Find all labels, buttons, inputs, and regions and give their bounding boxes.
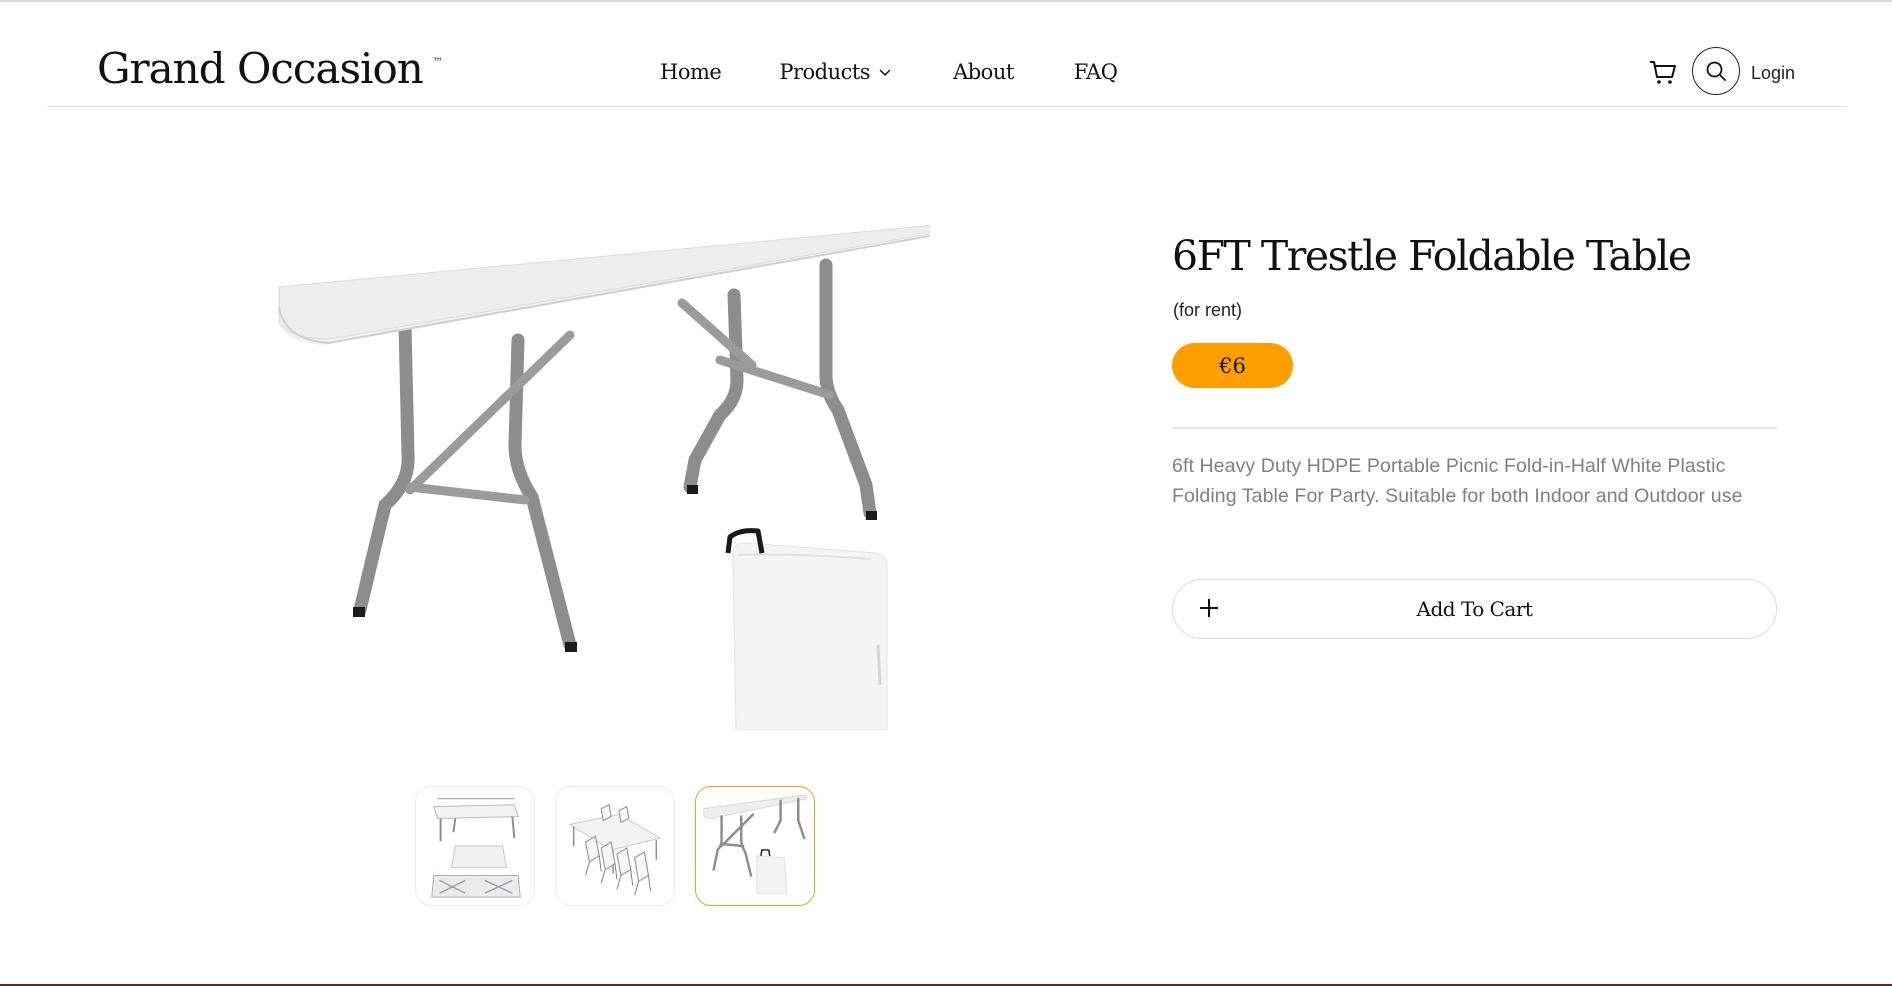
divider [1172, 427, 1777, 429]
nav-faq[interactable]: FAQ [1074, 60, 1118, 84]
thumbnail-image-with-chairs [568, 803, 662, 896]
gallery-thumbnail-3[interactable] [695, 786, 815, 906]
nav-products-label: Products [779, 60, 871, 84]
product-title: 6FT Trestle Foldable Table [1172, 232, 1692, 280]
login-link[interactable]: Login [1751, 63, 1795, 84]
price-badge: €6 [1172, 343, 1293, 388]
search-icon [1706, 61, 1726, 81]
cart-icon[interactable] [1648, 57, 1678, 87]
thumbnail-image-table [703, 794, 807, 894]
add-to-cart-label: Add To Cart [1416, 597, 1533, 621]
search-button[interactable] [1692, 47, 1740, 95]
product-subtitle: (for rent) [1173, 300, 1243, 320]
thumbnail-image-dimensions [431, 798, 521, 898]
nav-products[interactable]: Products [779, 60, 892, 84]
brand-logo[interactable]: Grand Occasion ™ [97, 44, 443, 93]
site-header: Grand Occasion ™ Home Products About FAQ … [47, 2, 1847, 107]
add-to-cart-button[interactable]: Add To Cart [1172, 579, 1777, 639]
nav-home[interactable]: Home [660, 60, 722, 84]
product-main-image [278, 224, 930, 730]
product-description: 6ft Heavy Duty HDPE Portable Picnic Fold… [1172, 455, 1743, 507]
brand-name: Grand Occasion [97, 44, 424, 93]
gallery-thumbnail-1[interactable] [415, 786, 535, 906]
chevron-down-icon [879, 69, 891, 77]
nav-about[interactable]: About [953, 60, 1014, 84]
trademark-mark: ™ [432, 57, 443, 68]
gallery-thumbnail-2[interactable] [555, 786, 675, 906]
main-nav: Home Products About FAQ [660, 60, 1118, 84]
